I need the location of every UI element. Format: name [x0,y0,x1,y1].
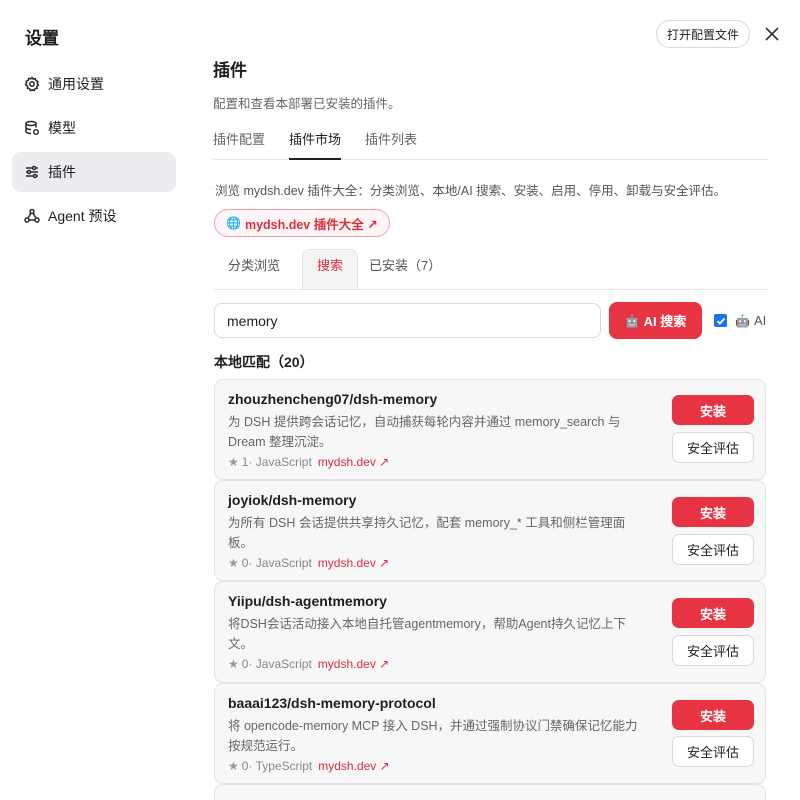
plugin-meta: ★ 1 · JavaScript mydsh.dev ↗ [228,455,389,469]
market-subtabs: 分类浏览 搜索 已安装（7） [214,248,768,290]
plugin-description: 为所有 DSH 会话提供共享持久记忆，配套 memory_* 工具和侧栏管理面板… [228,516,626,550]
tab-plugin-list[interactable]: 插件列表 [365,122,417,160]
plugin-card: baaai123/dsh-memory-protocol 将 opencode-… [214,683,766,784]
plugin-directory-link-label: mydsh.dev 插件大全 ↗ [244,217,378,232]
agent-icon [24,208,40,224]
page-description: 配置和查看本部署已安装的插件。 [213,97,401,111]
results-section-title: 本地匹配（20） [214,354,314,370]
page-title: 插件 [213,61,247,80]
plugin-language: · TypeScript [248,759,313,773]
plugin-stars: 1 [241,455,249,469]
robot-icon: 🤖 [624,313,640,328]
plugin-card: joyiok/dsh-memory 为所有 DSH 会话提供共享持久记忆，配套 … [214,480,766,581]
plugin-language: · JavaScript [248,657,312,671]
sidebar: 设置 通用设置 模型 插件 Agent 预设 [0,0,190,800]
plugin-name: joyiok/dsh-memory [228,492,357,508]
plugin-meta: ★ 0 · JavaScript mydsh.dev ↗ [228,556,389,570]
sidebar-item-label: 插件 [48,164,76,180]
star-icon: ★ [228,455,239,469]
settings-window: 设置 通用设置 模型 插件 Agent 预设 打开配置文件 插件 配置和查看本部… [0,0,800,800]
sidebar-item-plugins[interactable]: 插件 [12,152,176,192]
ai-toggle-label: AI [753,313,767,328]
plugin-name: zhouzhencheng07/dsh-memory [228,391,438,407]
ai-search-button-label: AI 搜索 [643,314,687,329]
gear-icon [24,76,40,92]
ai-toggle[interactable]: 🤖 AI [714,313,766,328]
sidebar-title: 设置 [25,29,59,48]
sidebar-item-agent-presets[interactable]: Agent 预设 [12,196,176,236]
plugin-meta: ★ 0 · TypeScript mydsh.dev ↗ [228,759,390,773]
plugin-directory-link[interactable]: 🌐 mydsh.dev 插件大全 ↗ [214,209,390,237]
sidebar-item-label: Agent 预设 [48,208,117,224]
security-eval-button[interactable]: 安全评估 [672,736,754,767]
plugin-meta: ★ 0 · JavaScript mydsh.dev ↗ [228,657,389,671]
search-input[interactable] [214,303,601,338]
plugin-language: · JavaScript [248,556,312,570]
plugin-card [214,784,766,800]
sidebar-item-label: 模型 [48,120,76,136]
security-eval-button[interactable]: 安全评估 [672,432,754,463]
plugin-stars: 0 [241,556,249,570]
plugin-description: 将DSH会话活动接入本地自托管agentmemory，帮助Agent持久记忆上下… [228,617,626,651]
ai-checkbox[interactable] [714,314,727,327]
sidebar-item-label: 通用设置 [48,76,104,92]
tab-plugin-config[interactable]: 插件配置 [213,122,265,160]
plugin-link[interactable]: mydsh.dev ↗ [318,657,389,671]
subtab-browse[interactable]: 分类浏览 [214,250,294,282]
install-button[interactable]: 安装 [672,395,754,425]
plugin-tabs: 插件配置 插件市场 插件列表 [213,122,768,160]
plugin-language: · JavaScript [248,455,312,469]
security-eval-button[interactable]: 安全评估 [672,534,754,565]
plugin-stars: 0 [241,657,249,671]
security-eval-button[interactable]: 安全评估 [672,635,754,666]
plugin-link[interactable]: mydsh.dev ↗ [318,759,389,773]
star-icon: ★ [228,556,239,570]
install-button[interactable]: 安装 [672,598,754,628]
install-button[interactable]: 安装 [672,700,754,730]
install-button[interactable]: 安装 [672,497,754,527]
database-icon [24,120,40,136]
plugin-link[interactable]: mydsh.dev ↗ [318,455,389,469]
plugin-link[interactable]: mydsh.dev ↗ [318,556,389,570]
plugin-stars: 0 [241,759,249,773]
plugin-description: 为 DSH 提供跨会话记忆，自动捕获每轮内容并通过 memory_search … [228,415,621,449]
scrollbar[interactable] [792,54,798,794]
plugin-card: zhouzhencheng07/dsh-memory 为 DSH 提供跨会话记忆… [214,379,766,480]
ai-search-button[interactable]: 🤖 AI 搜索 [609,302,702,339]
sliders-icon [24,164,40,180]
star-icon: ★ [228,657,239,671]
market-description: 浏览 mydsh.dev 插件大全：分类浏览、本地/AI 搜索、安装、启用、停用… [215,184,727,198]
main-panel: 插件 配置和查看本部署已安装的插件。 插件配置 插件市场 插件列表 浏览 myd… [190,0,792,800]
plugin-name: Yiipu/dsh-agentmemory [228,593,387,609]
check-icon [716,317,725,325]
subtab-installed[interactable]: 已安装（7） [355,250,455,282]
star-icon: ★ [228,759,239,773]
plugin-name: baaai123/dsh-memory-protocol [228,695,436,711]
sidebar-item-general[interactable]: 通用设置 [12,64,176,104]
subtab-search[interactable]: 搜索 [302,249,359,289]
plugin-description: 将 opencode-memory MCP 接入 DSH，并通过强制协议门禁确保… [228,719,638,753]
sidebar-item-models[interactable]: 模型 [12,108,176,148]
tab-plugin-market[interactable]: 插件市场 [289,122,342,160]
globe-icon: 🌐 [226,216,241,230]
robot-icon: 🤖 [735,313,750,328]
plugin-card: Yiipu/dsh-agentmemory 将DSH会话活动接入本地自托管age… [214,581,766,683]
